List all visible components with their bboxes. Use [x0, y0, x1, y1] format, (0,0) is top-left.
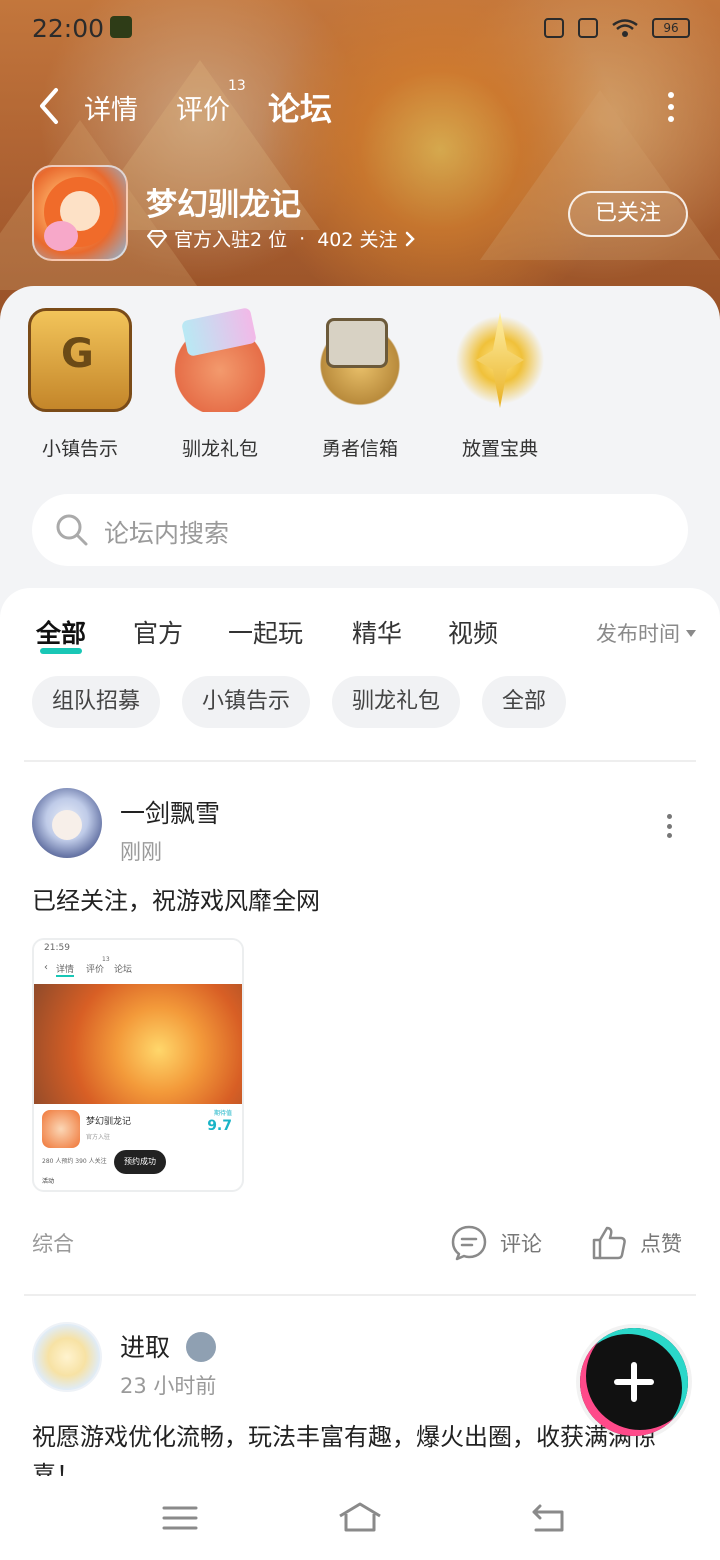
- feed-tab-official[interactable]: 官方: [133, 614, 183, 650]
- shot-tab: 评价: [86, 965, 105, 975]
- post-more-icon[interactable]: [667, 814, 673, 838]
- diamond-icon: [147, 229, 167, 248]
- shot-back-icon: ‹: [44, 962, 48, 973]
- chip-team-recruit[interactable]: 组队招募: [32, 676, 161, 728]
- shot-time: 21:59: [44, 943, 70, 953]
- tab-forum[interactable]: 论坛: [268, 84, 333, 134]
- game-info: 梦幻驯龙记 官方入驻2 位 · 402 关注 已关注: [32, 165, 692, 265]
- forum-sheet: 小镇告示 驯龙礼包 勇者信箱 放置宝典 论坛内搜索 全部 官方 一起玩 精华 视…: [0, 286, 720, 1478]
- search-icon: [56, 514, 88, 546]
- battery-icon: 96: [652, 18, 690, 38]
- feed-tab-play-together[interactable]: 一起玩: [228, 614, 303, 650]
- post-category[interactable]: 综合: [32, 1228, 74, 1258]
- search-input[interactable]: 论坛内搜索: [32, 494, 688, 566]
- shot-activity: 活动: [42, 1178, 55, 1185]
- top-nav: 详情 评价 13 论坛: [0, 78, 720, 134]
- reviews-count-badge: 13: [228, 78, 246, 94]
- like-label: 点赞: [640, 1232, 682, 1256]
- search-placeholder: 论坛内搜索: [104, 519, 230, 548]
- quick-link-label: 小镇告示: [41, 438, 118, 460]
- post-image[interactable]: 21:59 ‹ 详情 评价 13 论坛 梦幻驯龙记 官方入驻 期待值 9.7 2…: [32, 938, 244, 1192]
- shot-tab-badge: 13: [102, 956, 110, 963]
- post-author[interactable]: 进取: [120, 1328, 170, 1364]
- follow-count: 402 关注: [317, 229, 398, 251]
- quick-link-mailbox[interactable]: 勇者信箱: [290, 308, 430, 461]
- feed-tab-featured[interactable]: 精华: [352, 614, 402, 650]
- quick-link-label: 放置宝典: [461, 438, 538, 460]
- back-arrow-icon[interactable]: [528, 1500, 568, 1536]
- sort-dropdown[interactable]: 发布时间: [596, 618, 696, 648]
- avatar[interactable]: [32, 1322, 102, 1392]
- thumbs-up-icon: [592, 1226, 626, 1260]
- game-icon[interactable]: [32, 165, 128, 261]
- game-banner: 22:00 96 详情 评价 13 论坛 梦幻驯龙记 官方入驻2 位 · 402…: [0, 0, 720, 330]
- game-meta[interactable]: 官方入驻2 位 · 402 关注: [146, 225, 416, 252]
- mute-icon: [544, 18, 564, 38]
- quick-link-town-notice[interactable]: 小镇告示: [10, 308, 150, 461]
- sort-label: 发布时间: [596, 622, 680, 646]
- post-time: 刚刚: [120, 840, 162, 864]
- shot-sub: 官方入驻: [86, 1134, 111, 1141]
- shot-score: 9.7: [207, 1118, 232, 1134]
- app-notification-icon: [110, 16, 132, 38]
- chip-all[interactable]: 全部: [482, 676, 567, 728]
- shot-stats: 280 人预约 390 人关注: [42, 1158, 107, 1165]
- shot-toast: 预约成功: [114, 1150, 166, 1174]
- feed-tab-video[interactable]: 视频: [448, 614, 498, 650]
- feed-tab-all[interactable]: 全部: [36, 614, 86, 654]
- quick-link-gift[interactable]: 驯龙礼包: [150, 308, 290, 461]
- comment-icon: [451, 1225, 487, 1261]
- shot-game-icon: [42, 1110, 80, 1148]
- divider: [24, 1294, 696, 1296]
- level-badge-icon: [186, 1332, 216, 1362]
- more-vertical-icon[interactable]: [668, 92, 676, 122]
- system-nav-bar: [0, 1476, 720, 1560]
- post-time: 23 小时前: [120, 1374, 217, 1398]
- sim-icon: [578, 18, 598, 38]
- tab-details[interactable]: 详情: [84, 88, 138, 127]
- comment-label: 评论: [500, 1232, 542, 1256]
- create-post-button[interactable]: [580, 1328, 688, 1436]
- post-author[interactable]: 一剑飘雪: [120, 794, 220, 830]
- shot-tab: 详情: [56, 962, 75, 977]
- quick-link-label: 驯龙礼包: [181, 438, 258, 460]
- divider: [24, 760, 696, 762]
- status-time: 22:00: [32, 14, 105, 43]
- shot-tab: 论坛: [114, 965, 133, 975]
- quick-link-label: 勇者信箱: [321, 438, 398, 460]
- avatar[interactable]: [32, 788, 102, 858]
- quick-link-guide[interactable]: 放置宝典: [430, 308, 570, 461]
- mailbox-icon: [308, 308, 412, 412]
- menu-icon[interactable]: [160, 1500, 200, 1536]
- gift-gems-icon: [168, 308, 272, 412]
- follow-button[interactable]: 已关注: [568, 191, 688, 237]
- post-footer: 综合 评论 点赞: [32, 1222, 692, 1266]
- caret-down-icon: [686, 629, 696, 637]
- like-button[interactable]: 点赞: [590, 1224, 682, 1262]
- wifi-icon: [612, 19, 638, 37]
- feed-tabs: 全部 官方 一起玩 精华 视频 发布时间: [36, 614, 696, 658]
- chip-dragon-gift[interactable]: 驯龙礼包: [332, 676, 461, 728]
- status-bar: 22:00 96: [0, 10, 720, 50]
- post-text[interactable]: 已经关注，祝游戏风靡全网: [32, 882, 692, 920]
- home-icon[interactable]: [336, 1500, 384, 1536]
- quick-links: 小镇告示 驯龙礼包 勇者信箱 放置宝典: [0, 308, 720, 468]
- shot-score-label: 期待值: [213, 1110, 232, 1117]
- chevron-right-icon: [405, 231, 415, 246]
- meta-separator: ·: [299, 227, 306, 250]
- shot-banner: [34, 984, 242, 1104]
- game-name: 梦幻驯龙记: [146, 187, 301, 223]
- star-compass-icon: [448, 308, 552, 412]
- tab-reviews[interactable]: 评价: [176, 88, 230, 127]
- post-text[interactable]: 祝愿游戏优化流畅，玩法丰富有趣，爆火出圈，收获满满惊喜！: [32, 1418, 692, 1476]
- chevron-left-icon[interactable]: [36, 86, 66, 126]
- chip-town-notice[interactable]: 小镇告示: [182, 676, 311, 728]
- official-count: 官方入驻2 位: [174, 229, 288, 251]
- comment-button[interactable]: 评论: [450, 1224, 542, 1262]
- treasure-chest-icon: [28, 308, 132, 412]
- shot-title: 梦幻驯龙记: [86, 1117, 132, 1127]
